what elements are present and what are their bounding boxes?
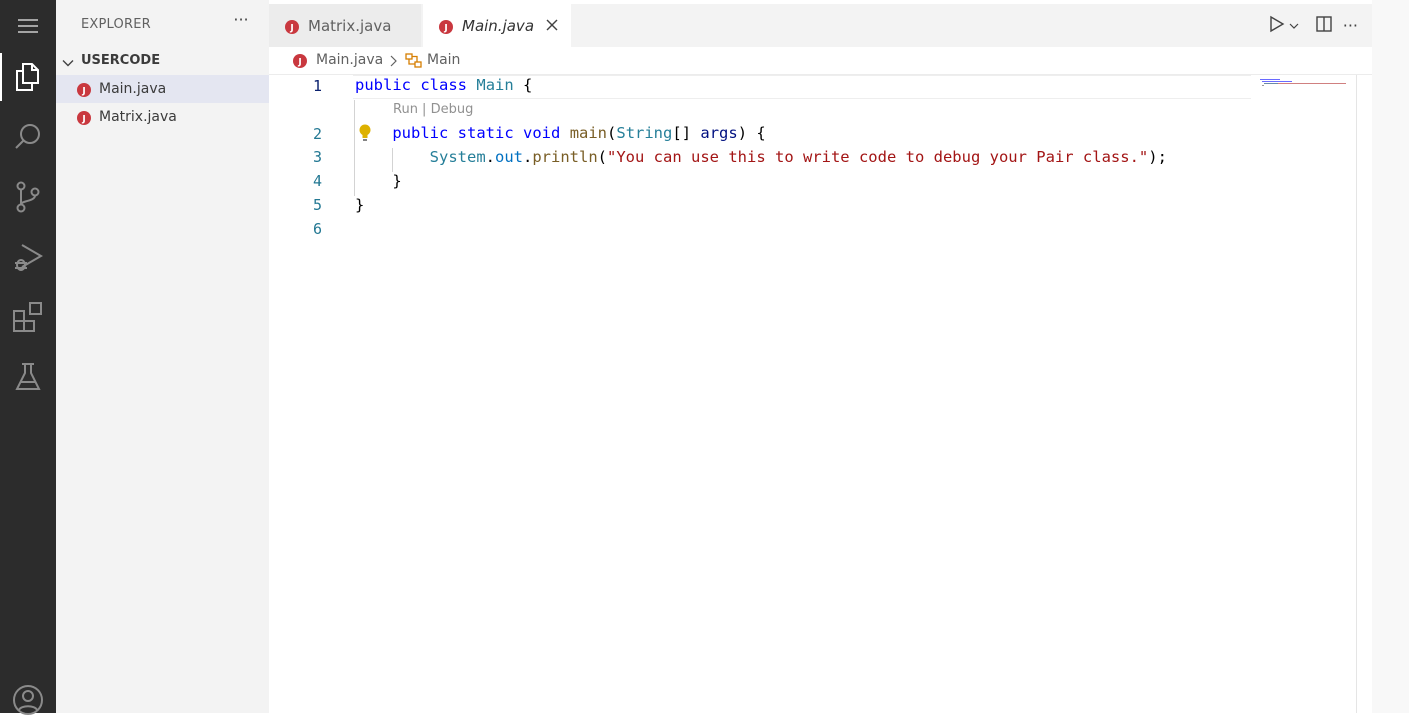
svg-text:J: J bbox=[297, 58, 301, 68]
tab-main-java[interactable]: J Main.java bbox=[423, 4, 571, 47]
line-number: 5 bbox=[312, 196, 322, 214]
editor-tab-bar: J Matrix.java J Main.java ··· bbox=[269, 4, 1372, 47]
line-number: 1 bbox=[312, 77, 322, 95]
breadcrumb-file[interactable]: Main.java bbox=[316, 52, 383, 68]
code-line-3[interactable]: System.out.println("You can use this to … bbox=[355, 148, 1167, 166]
tab-label: Matrix.java bbox=[308, 17, 392, 35]
svg-text:J: J bbox=[443, 24, 447, 34]
java-file-icon: J bbox=[293, 54, 307, 72]
menu-icon[interactable] bbox=[0, 2, 56, 50]
svg-text:J: J bbox=[81, 87, 85, 97]
breadcrumb: J Main.java Main bbox=[293, 52, 493, 72]
chevron-down-icon bbox=[62, 54, 74, 73]
sidebar-title: EXPLORER bbox=[81, 17, 151, 32]
split-editor-icon[interactable] bbox=[1315, 15, 1333, 37]
run-icon[interactable] bbox=[1269, 15, 1285, 37]
tab-label: Main.java bbox=[462, 17, 535, 35]
window-edge bbox=[1372, 0, 1409, 713]
code-line-2[interactable]: public static void main(String[] args) { bbox=[355, 124, 765, 142]
java-file-icon: J bbox=[439, 19, 453, 38]
more-actions-icon[interactable]: ··· bbox=[1343, 16, 1358, 35]
svg-text:J: J bbox=[81, 115, 85, 125]
file-name: Matrix.java bbox=[99, 109, 177, 125]
java-file-icon: J bbox=[285, 19, 299, 38]
line-number: 3 bbox=[312, 148, 322, 166]
editor-actions: ··· bbox=[1269, 4, 1358, 47]
testing-icon[interactable] bbox=[0, 353, 56, 401]
line-number: 2 bbox=[312, 125, 322, 143]
java-file-icon: J bbox=[77, 110, 91, 129]
explorer-icon[interactable] bbox=[0, 53, 56, 101]
search-icon[interactable] bbox=[0, 113, 56, 161]
chevron-right-icon bbox=[389, 55, 399, 71]
file-item-matrix[interactable]: J Matrix.java bbox=[56, 103, 269, 131]
extensions-icon[interactable] bbox=[0, 293, 56, 341]
source-control-icon[interactable] bbox=[0, 173, 56, 221]
close-icon[interactable] bbox=[544, 17, 560, 37]
code-line-4[interactable]: } bbox=[355, 172, 401, 190]
chevron-down-icon[interactable] bbox=[1289, 16, 1299, 35]
line-number: 6 bbox=[312, 220, 322, 238]
folder-usercode[interactable]: USERCODE bbox=[56, 50, 269, 72]
explorer-sidebar: EXPLORER ··· USERCODE J Main.java J Matr… bbox=[56, 0, 269, 713]
more-actions-icon[interactable]: ··· bbox=[229, 10, 253, 32]
folder-name: USERCODE bbox=[81, 53, 161, 68]
java-file-icon: J bbox=[77, 82, 91, 101]
svg-text:J: J bbox=[289, 24, 293, 34]
line-number: 4 bbox=[312, 172, 322, 190]
code-line-1[interactable]: public class Main { bbox=[355, 76, 532, 94]
codelens-run-debug[interactable]: Run | Debug bbox=[393, 102, 473, 117]
scrollbar-track[interactable] bbox=[1356, 75, 1357, 713]
code-line-5[interactable]: } bbox=[355, 196, 364, 214]
minimap[interactable] bbox=[1260, 75, 1350, 87]
account-icon[interactable] bbox=[0, 676, 56, 724]
file-item-main[interactable]: J Main.java bbox=[56, 75, 269, 103]
file-name: Main.java bbox=[99, 81, 167, 97]
activity-bar bbox=[0, 0, 56, 715]
class-symbol-icon bbox=[405, 53, 423, 73]
tab-matrix-java[interactable]: J Matrix.java bbox=[269, 4, 421, 47]
run-debug-icon[interactable] bbox=[0, 233, 56, 281]
breadcrumb-symbol[interactable]: Main bbox=[427, 52, 460, 68]
